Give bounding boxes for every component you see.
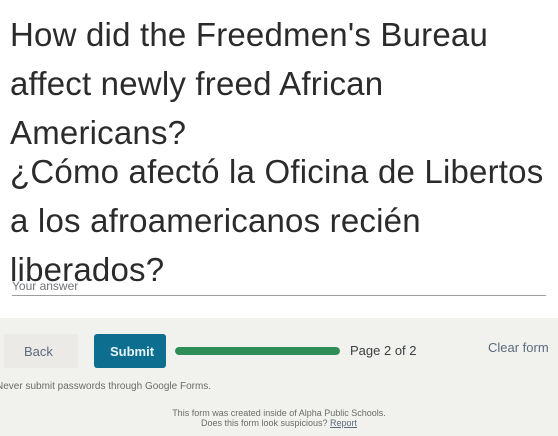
page-indicator: Page 2 of 2 <box>350 343 417 358</box>
suspicious-text: Does this form look suspicious? <box>200 418 328 428</box>
password-warning: Never submit passwords through Google Fo… <box>0 381 212 392</box>
form-navigation: Back Submit Page 2 of 2 Clear form <box>0 334 558 370</box>
created-notice: This form was created inside of Alpha Pu… <box>172 408 386 418</box>
clear-form-button[interactable]: Clear form <box>488 340 549 355</box>
progress-bar <box>175 347 340 355</box>
form-footer: This form was created inside of Alpha Pu… <box>0 408 558 428</box>
report-link[interactable]: Report <box>330 418 357 428</box>
back-button[interactable]: Back <box>4 334 78 368</box>
question-card: How did the Freedmen's Bureau affect new… <box>0 0 558 318</box>
suspicious-notice: Does this form look suspicious? Report <box>0 418 558 428</box>
question-title-english: How did the Freedmen's Bureau affect new… <box>10 16 489 151</box>
submit-button[interactable]: Submit <box>94 334 166 368</box>
answer-input[interactable] <box>12 277 546 296</box>
question-title-spanish: ¿Cómo afectó la Oficina de Libertos a lo… <box>10 153 544 288</box>
progress-bar-fill <box>175 347 340 355</box>
